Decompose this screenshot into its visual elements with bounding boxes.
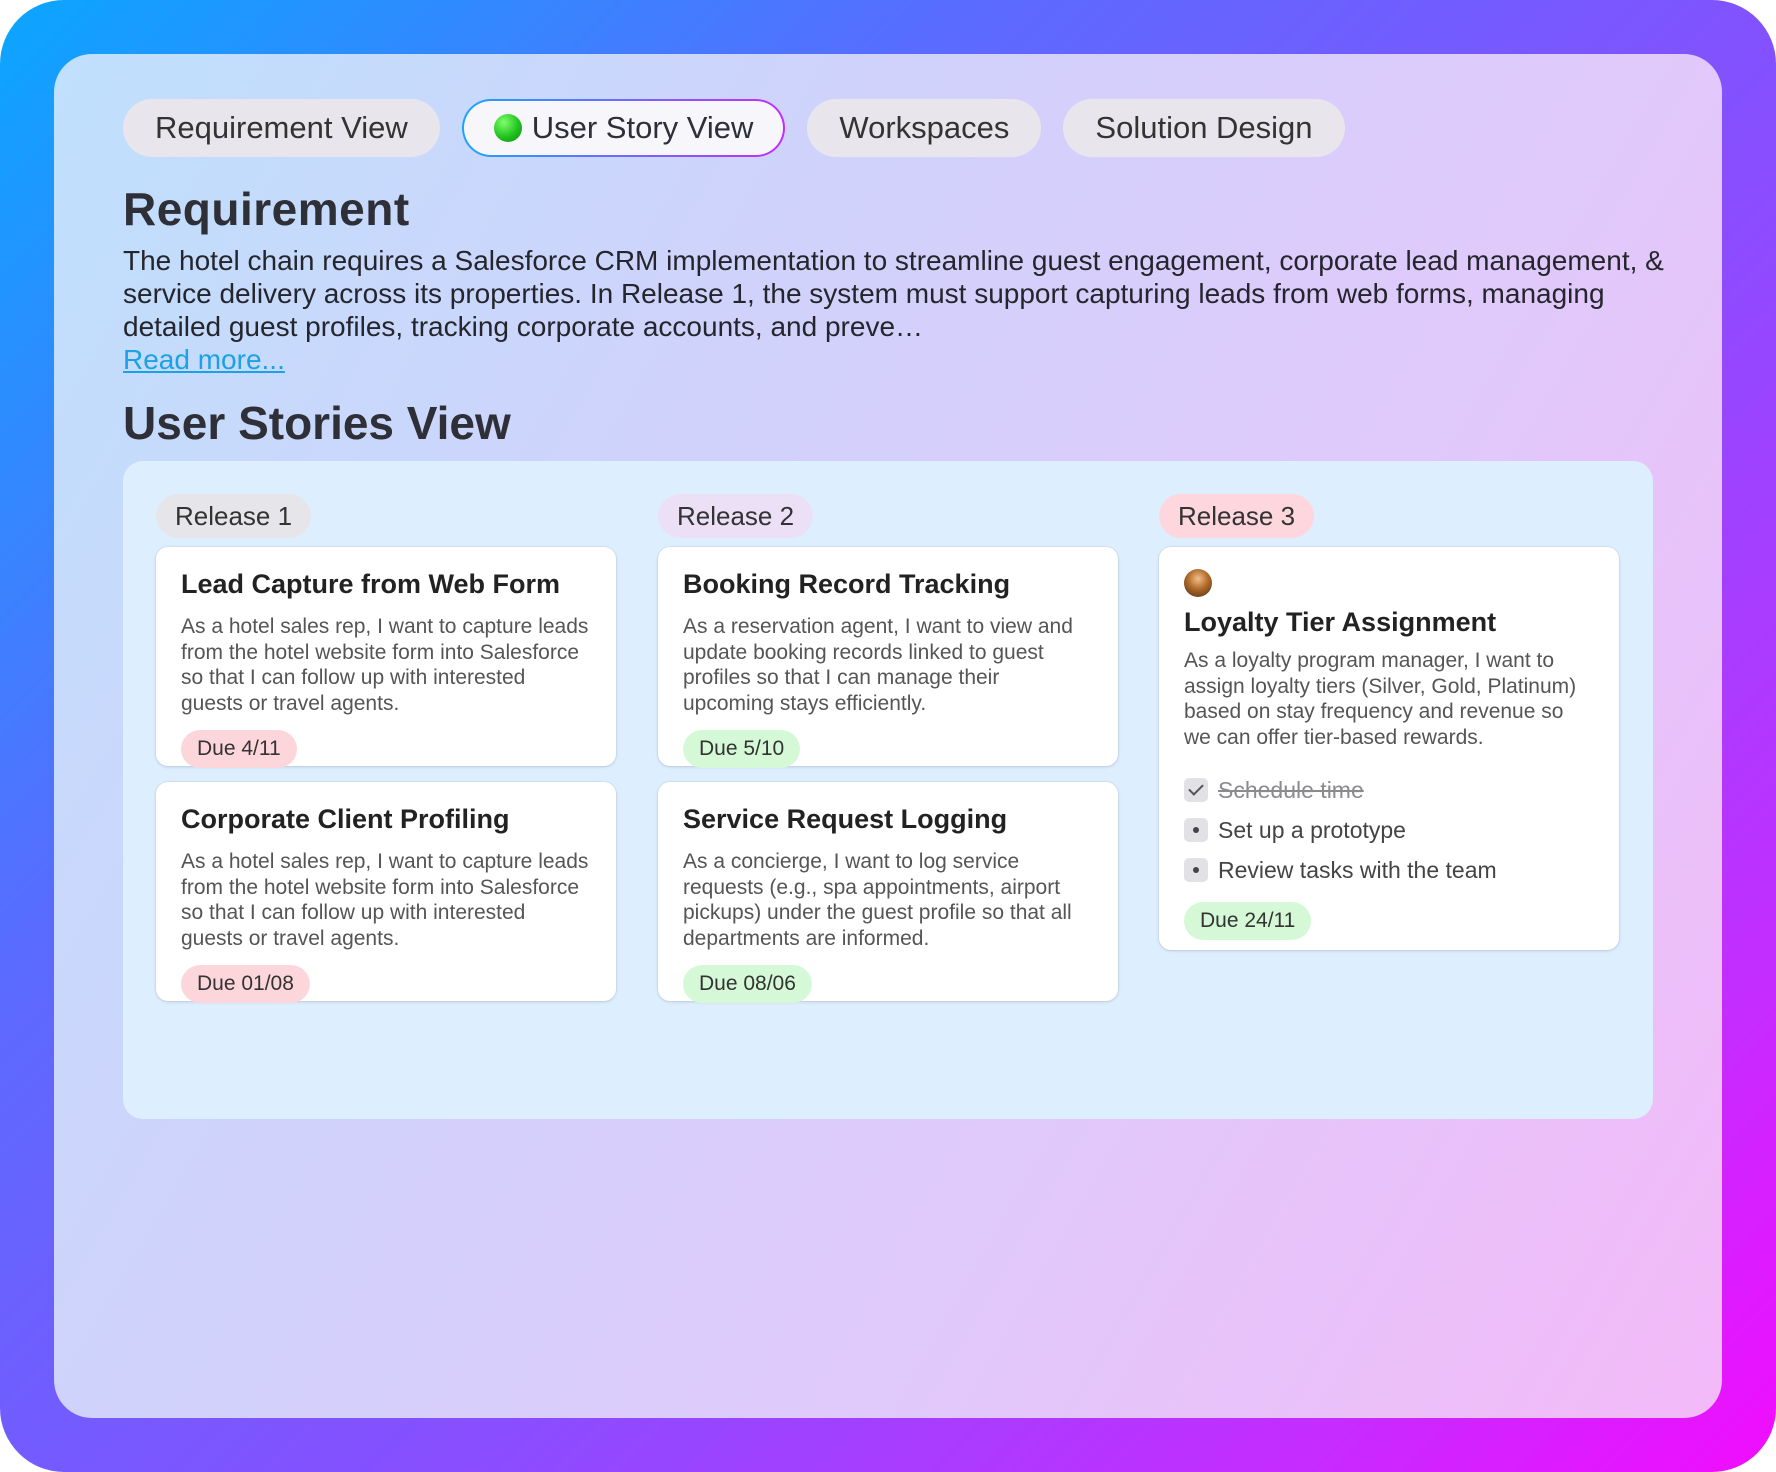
story-title: Corporate Client Profiling [181, 804, 510, 834]
requirement-heading: Requirement [123, 183, 410, 235]
release-badge: Release 1 [156, 494, 312, 538]
checklist-item-label: Review tasks with the team [1218, 856, 1497, 883]
checklist-item[interactable]: Schedule time [1184, 770, 1594, 810]
due-badge: Due 01/08 [181, 965, 310, 1003]
tab-label: User Story View [531, 110, 754, 145]
checklist-item-label: Schedule time [1218, 776, 1364, 803]
user-stories-board: Release 1 Lead Capture from Web Form As … [123, 461, 1653, 1119]
story-description: As a reservation agent, I want to view a… [683, 615, 1073, 715]
story-description: As a hotel sales rep, I want to capture … [181, 615, 589, 715]
due-badge: Due 24/11 [1184, 902, 1312, 940]
story-card[interactable]: Booking Record Tracking As a reservation… [658, 547, 1118, 768]
story-card[interactable]: Service Request Logging As a concierge, … [658, 782, 1118, 1003]
app-frame: Requirement View User Story View Workspa… [0, 0, 1776, 1472]
release-badge: Release 2 [658, 494, 814, 538]
requirement-text: The hotel chain requires a Salesforce CR… [123, 245, 1664, 342]
checklist-item[interactable]: Review tasks with the team [1184, 850, 1594, 890]
release-column-2: Release 2 Booking Record Tracking As a r… [658, 494, 1118, 1003]
bullet-icon[interactable] [1184, 818, 1208, 842]
release-badge: Release 3 [1159, 494, 1315, 538]
user-stories-heading: User Stories View [123, 397, 511, 449]
read-more-link[interactable]: Read more... [123, 344, 285, 376]
story-title: Lead Capture from Web Form [181, 569, 561, 599]
story-card[interactable]: Loyalty Tier Assignment As a loyalty pro… [1159, 547, 1619, 950]
story-title: Loyalty Tier Assignment [1184, 607, 1497, 637]
due-badge: Due 08/06 [683, 965, 812, 1003]
story-title: Booking Record Tracking [683, 569, 1011, 599]
tab-user-story-view[interactable]: User Story View [462, 99, 786, 157]
checklist-item-label: Set up a prototype [1218, 816, 1406, 843]
tab-workspaces[interactable]: Workspaces [807, 99, 1042, 157]
story-description: As a concierge, I want to log service re… [683, 850, 1072, 950]
avatar [1184, 569, 1212, 597]
bullet-icon[interactable] [1184, 858, 1208, 882]
active-status-dot-icon [493, 114, 522, 142]
story-card[interactable]: Lead Capture from Web Form As a hotel sa… [156, 547, 616, 768]
checkbox-checked-icon[interactable] [1184, 778, 1208, 802]
task-checklist: Schedule time Set up a prototype Review … [1184, 770, 1594, 890]
story-title: Service Request Logging [683, 804, 1008, 834]
story-card[interactable]: Corporate Client Profiling As a hotel sa… [156, 782, 616, 1003]
tab-label: Requirement View [155, 110, 408, 145]
main-panel: Requirement View User Story View Workspa… [54, 54, 1722, 1418]
due-badge: Due 4/11 [181, 730, 297, 768]
checklist-item[interactable]: Set up a prototype [1184, 810, 1594, 850]
tab-label: Solution Design [1095, 110, 1313, 145]
story-description: As a hotel sales rep, I want to capture … [181, 850, 589, 950]
view-tabs: Requirement View User Story View Workspa… [123, 99, 1345, 157]
release-column-3: Release 3 Loyalty Tier Assignment As a l… [1159, 494, 1619, 950]
story-description: As a loyalty program manager, I want to … [1184, 649, 1577, 749]
tab-requirement-view[interactable]: Requirement View [123, 99, 440, 157]
due-badge: Due 5/10 [683, 730, 801, 768]
tab-label: Workspaces [839, 110, 1010, 145]
release-column-1: Release 1 Lead Capture from Web Form As … [156, 494, 616, 1003]
tab-solution-design[interactable]: Solution Design [1063, 99, 1345, 157]
